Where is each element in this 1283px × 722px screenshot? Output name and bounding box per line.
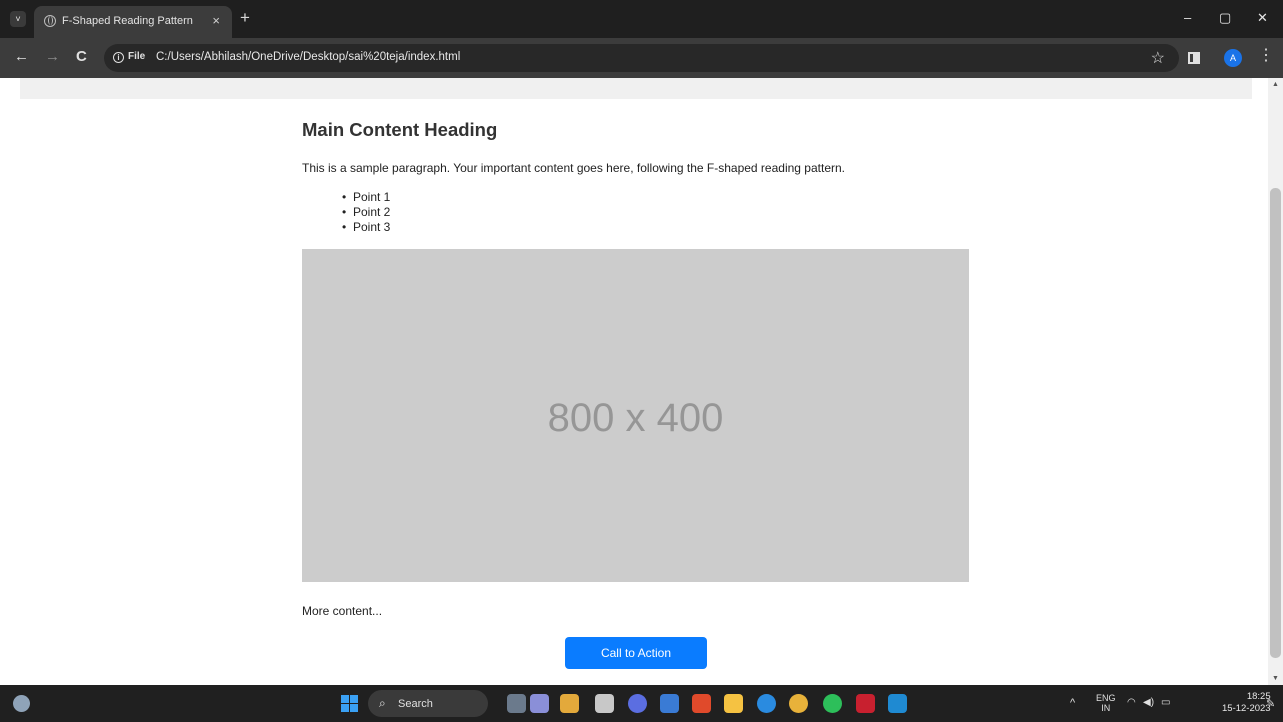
notes-icon[interactable]: [560, 694, 579, 713]
page-viewport: Main Content Heading This is a sample pa…: [0, 78, 1268, 685]
tab-search-button[interactable]: ˅: [10, 11, 26, 27]
more-content: More content...: [302, 604, 383, 618]
region-code: IN: [1101, 703, 1111, 713]
language-indicator[interactable]: ENG IN: [1096, 693, 1116, 713]
tab-close-button[interactable]: ×: [212, 13, 220, 28]
windows-start-icon[interactable]: [341, 695, 358, 712]
main-content: Main Content Heading This is a sample pa…: [302, 119, 970, 235]
bookmark-star-icon[interactable]: ☆: [1151, 48, 1165, 68]
file-chip: File: [128, 51, 146, 62]
file-manager-icon[interactable]: [507, 694, 526, 713]
search-icon: ⌕: [379, 696, 386, 710]
vscode-icon[interactable]: [856, 694, 875, 713]
info-icon[interactable]: i: [113, 52, 124, 63]
close-window-button[interactable]: ✕: [1257, 10, 1268, 26]
forward-button[interactable]: →: [45, 49, 60, 64]
explorer-icon[interactable]: [692, 694, 711, 713]
tab-title: F-Shaped Reading Pattern: [62, 15, 193, 27]
page-scrollbar[interactable]: ▲ ▼: [1268, 78, 1283, 685]
taskbar-search[interactable]: ⌕ Search: [368, 690, 488, 717]
edge-icon[interactable]: [724, 694, 743, 713]
menu-kebab-icon[interactable]: ⋮: [1258, 47, 1274, 65]
list-item: Point 3: [342, 220, 970, 235]
notification-icon[interactable]: ✎: [1266, 697, 1275, 710]
intro-paragraph: This is a sample paragraph. Your importa…: [302, 161, 845, 175]
taskbar: ⌕ Search ^ ENG IN ◠ ◀) ▭ 18:25 15-12-202…: [0, 685, 1283, 722]
url-text[interactable]: C:/Users/Abhilash/OneDrive/Desktop/sai%2…: [156, 51, 460, 63]
tab-active[interactable]: F-Shaped Reading Pattern ×: [34, 6, 232, 38]
globe-icon: [44, 15, 56, 27]
store-icon[interactable]: [628, 694, 647, 713]
mcafee-icon[interactable]: [823, 694, 842, 713]
wifi-icon[interactable]: ◠: [1127, 697, 1136, 708]
language-code: ENG: [1096, 693, 1116, 703]
time-text: 18:25: [1246, 691, 1271, 702]
back-button[interactable]: ←: [14, 49, 29, 64]
points-list: Point 1 Point 2 Point 3: [342, 190, 970, 235]
chat-icon[interactable]: [595, 694, 614, 713]
placeholder-size-text: 800 x 400: [547, 396, 724, 440]
page-heading: Main Content Heading: [302, 119, 498, 140]
whatsapp-icon[interactable]: [789, 694, 808, 713]
scroll-thumb[interactable]: [1270, 188, 1281, 658]
minimize-button[interactable]: –: [1184, 10, 1191, 25]
browser-toolbar: ← → C i File C:/Users/Abhilash/OneDrive/…: [0, 38, 1283, 78]
side-panel-icon[interactable]: [1188, 52, 1200, 64]
image-placeholder: 800 x 400: [302, 249, 969, 582]
tray-overflow-icon[interactable]: ^: [1070, 697, 1075, 709]
search-label: Search: [398, 698, 433, 710]
list-item: Point 2: [342, 205, 970, 220]
reload-button[interactable]: C: [76, 49, 87, 64]
teams-icon[interactable]: [530, 694, 549, 713]
profile-avatar[interactable]: A: [1224, 49, 1242, 67]
date-text: 15-12-2023: [1222, 703, 1271, 714]
call-to-action-button[interactable]: Call to Action: [565, 637, 707, 669]
volume-icon[interactable]: ◀): [1143, 697, 1154, 708]
maximize-button[interactable]: ▢: [1219, 10, 1231, 26]
new-tab-button[interactable]: +: [240, 9, 250, 26]
brave-icon[interactable]: [660, 694, 679, 713]
list-item: Point 1: [342, 190, 970, 205]
scroll-down-arrow-icon[interactable]: ▼: [1272, 675, 1279, 682]
vscode-editor-icon[interactable]: [888, 694, 907, 713]
clock[interactable]: 18:25 15-12-2023: [1222, 691, 1271, 715]
battery-icon[interactable]: ▭: [1161, 697, 1170, 708]
chrome-icon[interactable]: [757, 694, 776, 713]
weather-widget-icon[interactable]: [13, 695, 30, 712]
address-bar[interactable]: i File C:/Users/Abhilash/OneDrive/Deskto…: [104, 44, 1179, 72]
tab-strip: ˅ F-Shaped Reading Pattern × + – ▢ ✕: [0, 0, 1283, 38]
page-header: [20, 78, 1252, 99]
scroll-up-arrow-icon[interactable]: ▲: [1272, 81, 1279, 88]
